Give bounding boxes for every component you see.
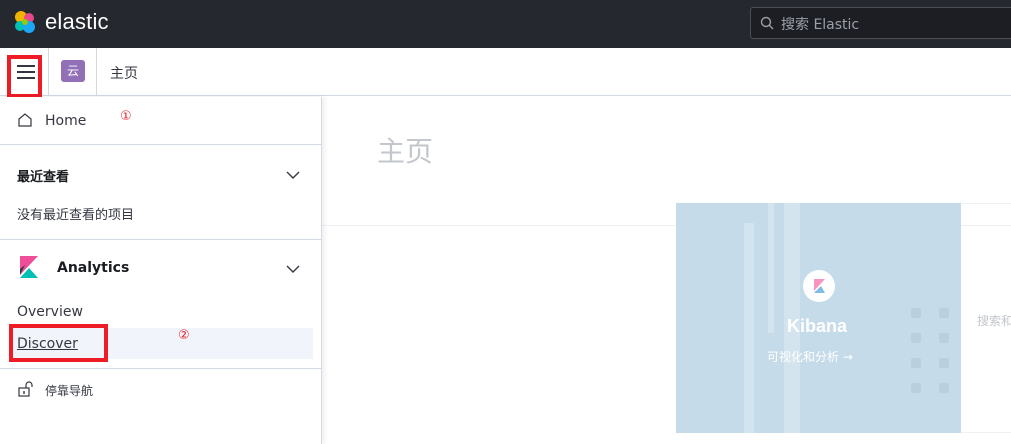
elastic-logo-icon[interactable] bbox=[12, 9, 38, 35]
annotation-marker-1: ① bbox=[120, 109, 132, 124]
nav-home-item[interactable]: Home ① bbox=[0, 97, 321, 145]
recent-section-title[interactable]: 最近查看 bbox=[17, 166, 69, 185]
space-avatar[interactable]: 云 bbox=[61, 60, 85, 82]
divider bbox=[0, 368, 321, 369]
kibana-logo-icon bbox=[803, 270, 835, 302]
kibana-card-link[interactable]: 可视化和分析 → bbox=[767, 348, 853, 365]
divider bbox=[96, 48, 97, 96]
side-nav-flyout: Home ① 最近查看 没有最近查看的项目 Analytics Overview… bbox=[0, 97, 322, 444]
page-title: 主页 bbox=[377, 135, 434, 168]
nav-item-overview[interactable]: Overview bbox=[17, 304, 83, 320]
search-icon bbox=[760, 16, 774, 30]
kibana-icon bbox=[20, 256, 38, 278]
kibana-card-title: Kibana bbox=[787, 316, 848, 336]
search-input[interactable]: 搜索 Elastic bbox=[750, 7, 1011, 39]
breadcrumb-home[interactable]: 主页 bbox=[110, 63, 138, 83]
divider bbox=[48, 48, 49, 96]
divider bbox=[0, 239, 321, 240]
top-header: elastic 搜索 Elastic bbox=[0, 0, 1011, 48]
recent-empty-text: 没有最近查看的项目 bbox=[17, 208, 135, 223]
annotation-highlight-discover bbox=[9, 324, 108, 362]
annotation-highlight-menu bbox=[7, 55, 42, 98]
analytics-section-title[interactable]: Analytics bbox=[57, 260, 129, 276]
search-placeholder: 搜索 Elastic bbox=[781, 17, 860, 33]
breadcrumb-bar: 云 主页 bbox=[0, 48, 1011, 96]
chevron-down-icon[interactable] bbox=[286, 264, 300, 274]
dock-nav-button[interactable]: 停靠导航 bbox=[45, 382, 93, 399]
nav-home-label: Home bbox=[45, 113, 87, 129]
unlock-icon bbox=[18, 381, 33, 397]
search-card-text: 搜索和 bbox=[977, 314, 1011, 328]
brand-name: elastic bbox=[45, 9, 109, 34]
chevron-down-icon[interactable] bbox=[286, 170, 300, 180]
annotation-marker-2: ② bbox=[178, 328, 190, 343]
home-icon bbox=[18, 113, 32, 127]
